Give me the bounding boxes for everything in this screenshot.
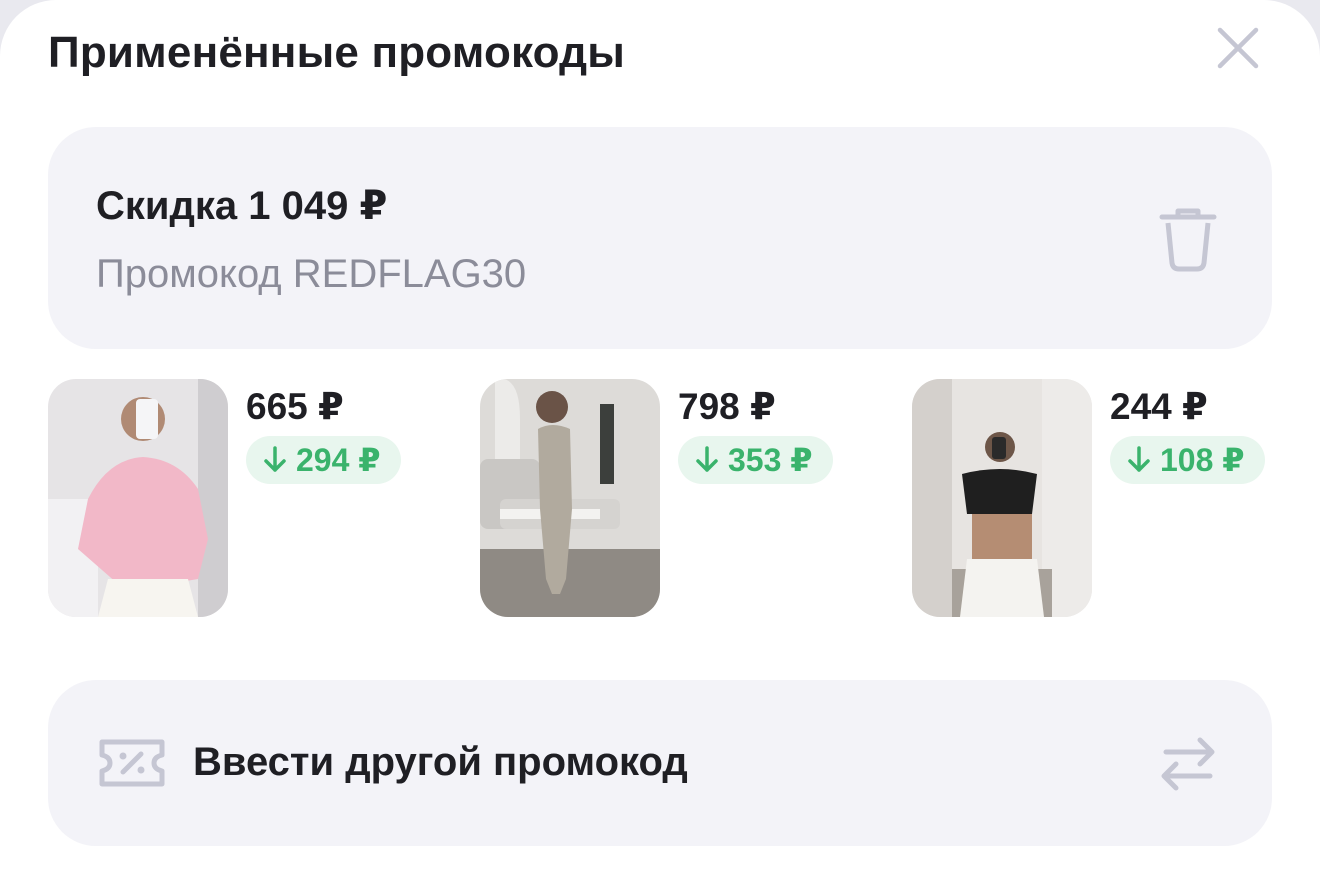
product-image	[48, 379, 228, 617]
page-title: Применённые промокоды	[48, 28, 626, 77]
product-item[interactable]: 244 ₽ 108 ₽	[912, 379, 1312, 619]
product-item[interactable]: 798 ₽ 353 ₽	[480, 379, 880, 619]
product-item[interactable]: 665 ₽ 294 ₽	[48, 379, 448, 619]
promo-codes-sheet: Применённые промокоды Скидка 1 049 ₽ Про…	[0, 0, 1320, 883]
discounted-products-list: 665 ₽ 294 ₽ 798 ₽ 353 ₽ 244 ₽ 108 ₽	[48, 379, 1272, 619]
product-discount-badge: 353 ₽	[678, 436, 833, 484]
promo-discount-label: Скидка 1 049 ₽	[96, 184, 388, 228]
swap-icon	[1161, 737, 1215, 791]
product-price: 665 ₽	[246, 386, 344, 427]
coupon-icon	[99, 739, 165, 787]
enter-other-promo-label: Ввести другой промокод	[193, 740, 688, 784]
promo-code-label: Промокод REDFLAG30	[96, 252, 527, 296]
arrow-down-icon	[264, 446, 286, 472]
applied-promo-card: Скидка 1 049 ₽ Промокод REDFLAG30	[48, 127, 1272, 349]
product-discount-value: 294 ₽	[296, 442, 381, 478]
product-image	[912, 379, 1092, 617]
product-discount-badge: 108 ₽	[1110, 436, 1265, 484]
remove-promo-button[interactable]	[1152, 203, 1224, 275]
arrow-down-icon	[1128, 446, 1150, 472]
arrow-down-icon	[696, 446, 718, 472]
sheet-header: Применённые промокоды	[48, 22, 1272, 92]
product-discount-value: 108 ₽	[1160, 442, 1245, 478]
product-price: 798 ₽	[678, 386, 776, 427]
product-price: 244 ₽	[1110, 386, 1208, 427]
trash-icon	[1159, 208, 1217, 272]
product-image	[480, 379, 660, 617]
product-discount-badge: 294 ₽	[246, 436, 401, 484]
close-icon	[1217, 27, 1259, 69]
close-button[interactable]	[1212, 22, 1264, 74]
enter-other-promo-button[interactable]: Ввести другой промокод	[48, 680, 1272, 846]
product-discount-value: 353 ₽	[728, 442, 813, 478]
